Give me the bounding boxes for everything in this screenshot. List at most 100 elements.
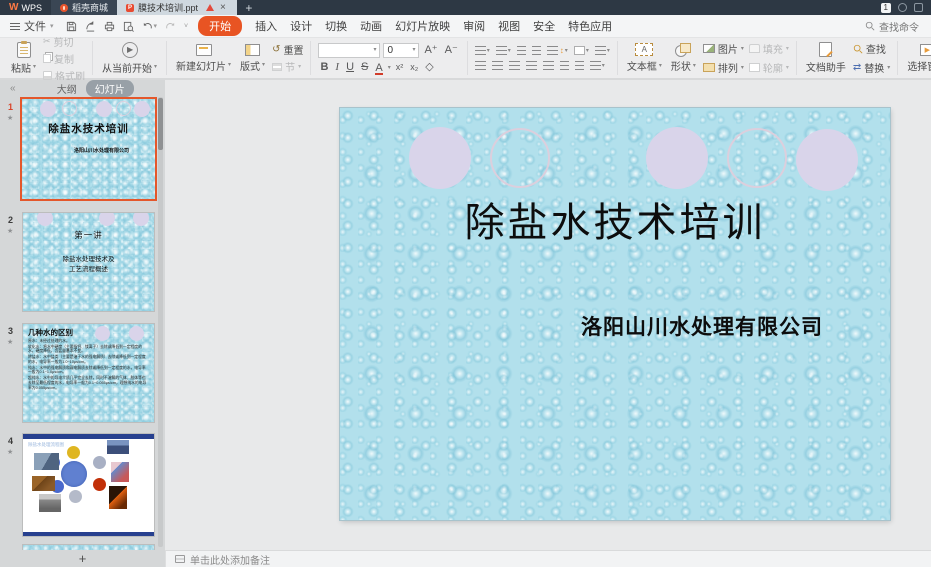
add-slide-button[interactable]: + (0, 550, 165, 567)
font-size-select[interactable]: 0▾ (383, 43, 419, 58)
picture-button[interactable]: 图片▾ (703, 41, 744, 56)
undo-button[interactable]: ▾ (142, 21, 158, 32)
cut-button[interactable]: ✂剪切 (43, 34, 85, 49)
replace-button[interactable]: ⇄替换▾ (853, 60, 890, 75)
textbox-button[interactable]: A 文本框▾ (625, 43, 664, 73)
customize-toolbar-icon[interactable]: ˅ (184, 23, 188, 30)
slide-subtitle[interactable]: 洛阳山川水处理有限公司 (581, 311, 823, 341)
slide-thumbnail-4[interactable]: 除盐水处理流程图 (22, 433, 155, 537)
menu-tab-home[interactable]: 开始 (198, 16, 242, 36)
layout-button[interactable]: 版式▾ (238, 44, 267, 73)
grow-font-button[interactable]: A⁺ (422, 45, 439, 56)
strikethrough-button[interactable]: S (359, 62, 370, 73)
tab-slides[interactable]: 幻灯片 (86, 80, 134, 97)
reset-button[interactable]: ↺重置 (272, 42, 303, 57)
slide-circle-ring[interactable] (727, 128, 787, 188)
notes-bar[interactable]: 单击此处添加备注 (165, 550, 931, 567)
window-minimize-icon[interactable] (898, 3, 907, 12)
distribute-button[interactable] (543, 61, 554, 70)
bullets-button[interactable]: ▾ (475, 46, 490, 55)
underline-button[interactable]: U (344, 62, 356, 73)
section-button[interactable]: 节▾ (272, 59, 303, 74)
panel-scrollbar[interactable] (158, 97, 163, 547)
panel-scrollbar-thumb[interactable] (158, 98, 163, 150)
bold-button[interactable]: B (318, 62, 330, 73)
subscript-button[interactable]: x₂ (408, 63, 420, 72)
decrease-paragraph-spacing-button[interactable] (575, 61, 584, 70)
warning-icon[interactable] (206, 4, 214, 11)
notification-badge[interactable]: 1 (881, 3, 891, 13)
italic-button[interactable]: I (333, 62, 341, 73)
tab-document[interactable]: P 膜技术培训.ppt × (117, 0, 237, 15)
increase-indent-button[interactable] (532, 46, 541, 55)
play-from-current-button[interactable]: ▶ 从当前开始▾ (100, 42, 159, 75)
shape-fill-label: 填充 (763, 41, 783, 56)
menu-tab-insert[interactable]: 插入 (255, 18, 277, 34)
align-left-button[interactable] (475, 61, 486, 70)
shape-fill-button[interactable]: 填充▾ (749, 41, 789, 56)
chevron-down-icon: ▾ (412, 47, 415, 53)
redo-icon[interactable] (165, 21, 176, 32)
print-preview-icon[interactable] (123, 21, 134, 32)
find-command-label: 查找命令 (879, 19, 919, 34)
slide-circle-filled[interactable] (646, 127, 708, 189)
chevron-down-icon: ▾ (602, 63, 605, 69)
slide-circle-filled[interactable] (409, 127, 471, 189)
selection-pane-button[interactable]: ▶ 选择窗格 (905, 44, 931, 73)
menu-tab-design[interactable]: 设计 (290, 18, 312, 34)
paragraph-settings-button[interactable]: ▾ (574, 46, 589, 55)
slide-title[interactable]: 除盐水技术培训 (340, 190, 890, 248)
export-pdf-icon[interactable] (85, 21, 96, 32)
align-right-button[interactable] (509, 61, 520, 70)
text-direction-button[interactable]: ▾ (595, 46, 610, 55)
shrink-font-button[interactable]: A⁻ (443, 45, 460, 56)
paste-button[interactable]: 粘贴▾ (9, 42, 38, 75)
clear-format-button[interactable]: ◇ (423, 62, 435, 73)
menu-tab-slideshow[interactable]: 幻灯片放映 (395, 18, 450, 34)
tab-outline[interactable]: 大纲 (57, 81, 77, 96)
menu-tab-view[interactable]: 视图 (498, 18, 520, 34)
increase-paragraph-spacing-button[interactable] (560, 61, 569, 70)
shape-outline-button[interactable]: 轮廓▾ (749, 60, 789, 75)
window-restore-icon[interactable] (914, 3, 923, 12)
font-color-button[interactable]: A (373, 62, 384, 74)
print-icon[interactable] (104, 21, 115, 32)
collapse-panel-icon[interactable]: « (0, 83, 26, 94)
menu-tab-security[interactable]: 安全 (533, 18, 555, 34)
slide-thumbnail-3[interactable]: 几种水的区别 原水：未经过处理的水。 软化水：将水中硬度（主要指钙、镁离子）去除… (22, 323, 155, 423)
chevron-down-icon: ▾ (887, 65, 890, 71)
new-slide-button[interactable]: 新建幻灯片▾ (174, 44, 233, 73)
close-tab-icon[interactable]: × (218, 3, 228, 13)
shapes-button[interactable]: 形状▾ (669, 43, 698, 73)
file-menu-button[interactable]: 文件 ▾ (0, 18, 62, 34)
find-command-button[interactable]: 查找命令 (865, 19, 931, 34)
wps-presentation-window: W WPS 稻壳商城 P 膜技术培训.ppt × + 1 文件 ▾ (0, 0, 931, 567)
slide-circle-filled[interactable] (796, 129, 858, 191)
doc-assistant-button[interactable]: 文档助手 (804, 42, 848, 74)
menu-tab-animation[interactable]: 动画 (360, 18, 382, 34)
numbering-button[interactable]: ▾ (496, 46, 511, 55)
arrange-button[interactable]: 排列▾ (703, 60, 744, 75)
superscript-button[interactable]: x² (394, 63, 406, 72)
align-center-button[interactable] (492, 61, 503, 70)
slideshow-group: ▶ 从当前开始▾ (92, 41, 166, 75)
menu-tab-special-features[interactable]: 特色应用 (568, 18, 612, 34)
new-tab-button[interactable]: + (237, 0, 261, 15)
wps-logo[interactable]: W WPS (0, 0, 51, 15)
font-family-select[interactable]: ▾ (318, 43, 380, 58)
slide-number: 3 (8, 326, 13, 336)
slide-thumbnail-1[interactable]: 除盐水技术培训 洛阳山川水处理有限公司 (22, 99, 155, 199)
menu-tab-review[interactable]: 审阅 (463, 18, 485, 34)
decrease-indent-button[interactable] (517, 46, 526, 55)
save-icon[interactable] (66, 21, 77, 32)
tab-docer-store[interactable]: 稻壳商城 (51, 0, 117, 15)
justify-button[interactable] (526, 61, 537, 70)
slide-thumbnail-2[interactable]: 第一讲 除盐水处理技术及 工艺流程概述 (22, 212, 155, 312)
copy-button[interactable]: 复制 (43, 51, 85, 66)
current-slide[interactable]: 除盐水技术培训 洛阳山川水处理有限公司 (340, 108, 890, 520)
menu-tab-transition[interactable]: 切换 (325, 18, 347, 34)
find-button[interactable]: 查找 (853, 41, 890, 56)
smart-typography-button[interactable]: ▾ (590, 61, 605, 70)
slide-circle-ring[interactable] (490, 128, 550, 188)
line-spacing-button[interactable]: ↕▾ (547, 46, 568, 55)
